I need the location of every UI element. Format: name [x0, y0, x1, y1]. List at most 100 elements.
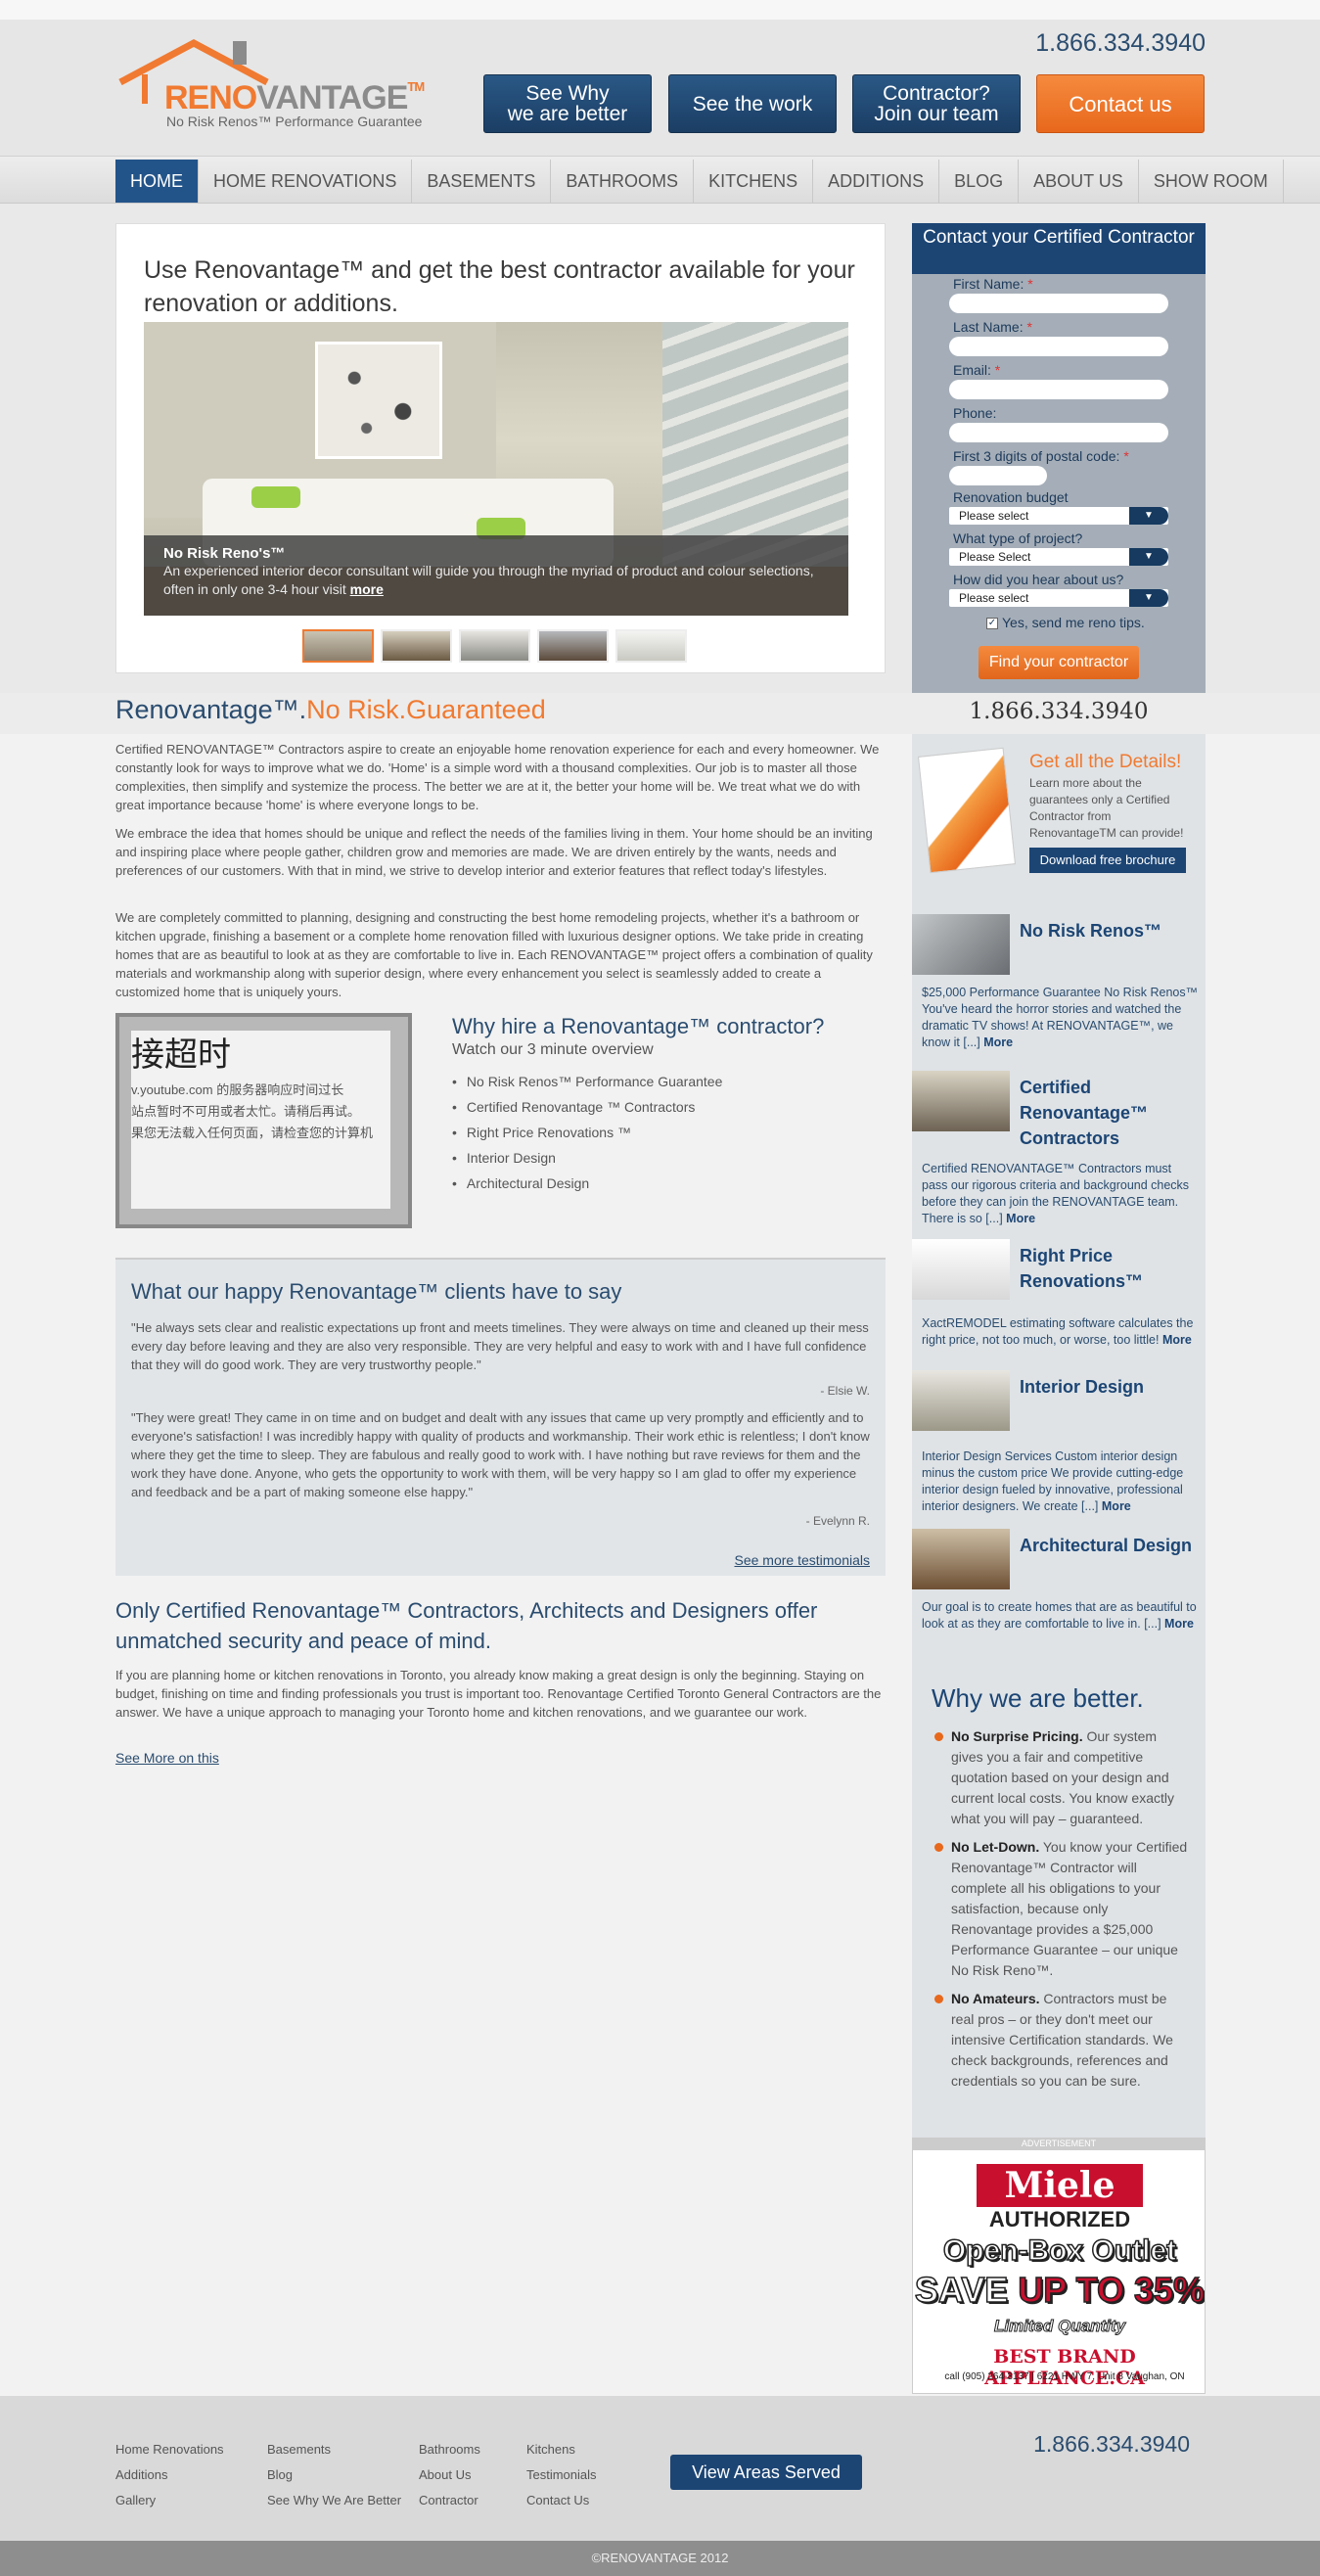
phone-field[interactable]	[949, 423, 1168, 442]
footer-link[interactable]: About Us	[419, 2462, 480, 2488]
first-name-field[interactable]	[949, 294, 1168, 313]
caption-more-link[interactable]: more	[350, 581, 384, 597]
footer-link[interactable]: Home Renovations	[115, 2437, 224, 2462]
hero-image[interactable]: No Risk Reno's™ An experienced interior …	[144, 322, 848, 616]
logo[interactable]: RENOVANTAGETM No Risk Renos™ Performance…	[115, 35, 448, 133]
video-error-title: 接超时	[131, 1036, 231, 1074]
footer-column: Home Renovations Additions Gallery	[115, 2437, 224, 2513]
hero-artwork	[315, 342, 442, 459]
contact-us-button[interactable]: Contact us	[1036, 74, 1205, 133]
budget-label: Renovation budget	[953, 489, 1069, 505]
nav-additions[interactable]: ADDITIONS	[813, 160, 940, 203]
footer-link[interactable]: See Why We Are Better	[267, 2488, 401, 2513]
nav-kitchens[interactable]: KITCHENS	[694, 160, 814, 203]
list-item: Right Price Renovations ™	[452, 1120, 722, 1145]
email-field[interactable]	[949, 380, 1168, 399]
hero-thumbnails	[302, 629, 687, 663]
feature-right-price: Right Price Renovations™ XactREMODEL est…	[912, 1239, 1206, 1368]
footer-link[interactable]: Basements	[267, 2437, 401, 2462]
brochure-image	[917, 747, 1017, 874]
footer-link[interactable]: Bathrooms	[419, 2437, 480, 2462]
footer-link[interactable]: Additions	[115, 2462, 224, 2488]
video-player[interactable]: 接超时 v.youtube.com 的服务器响应时间过长 站点暂时不可用或者太忙…	[115, 1013, 412, 1228]
advertisement-label: ADVERTISEMENT	[912, 2138, 1206, 2149]
footer-link[interactable]: Blog	[267, 2462, 401, 2488]
see-why-button[interactable]: See Why we are better	[483, 74, 652, 133]
feature-image[interactable]	[912, 1370, 1010, 1431]
brochure-promo: Get all the Details! Learn more about th…	[912, 734, 1206, 910]
project-type-select[interactable]: Please Select ▼	[949, 548, 1168, 566]
last-name-field[interactable]	[949, 337, 1168, 356]
more-link[interactable]: More	[1102, 1499, 1131, 1513]
nav-show-room[interactable]: SHOW ROOM	[1139, 160, 1284, 203]
postal-code-field[interactable]	[949, 466, 1047, 485]
testimonials-box: What our happy Renovantage™ clients have…	[115, 1258, 886, 1576]
hero-slider: Use Renovantage™ and get the best contra…	[115, 223, 886, 673]
nav-home-renovations[interactable]: HOME RENOVATIONS	[199, 160, 413, 203]
list-item: Interior Design	[452, 1145, 722, 1171]
video-error-text: 果您无法载入任何页面，请检查您的计算机	[131, 1126, 374, 1140]
advertisement-banner[interactable]: Miele AUTHORIZED Open-Box Outlet SAVE UP…	[912, 2149, 1206, 2394]
footer-link[interactable]: Contact Us	[526, 2488, 597, 2513]
main-nav: HOME HOME RENOVATIONS BASEMENTS BATHROOM…	[0, 157, 1320, 204]
view-areas-button[interactable]: View Areas Served	[670, 2455, 862, 2490]
feature-image[interactable]	[912, 914, 1010, 975]
footer-link[interactable]: Gallery	[115, 2488, 224, 2513]
feature-no-risk: No Risk Renos™ $25,000 Performance Guara…	[912, 914, 1206, 1071]
see-more-link[interactable]: See More on this	[115, 1750, 219, 1766]
list-item: No Risk Renos™ Performance Guarantee	[452, 1069, 722, 1094]
feature-title[interactable]: Right Price Renovations™	[1020, 1243, 1201, 1294]
thumbnail[interactable]	[615, 629, 687, 663]
intro-paragraph: Certified RENOVANTAGE™ Contractors aspir…	[115, 742, 880, 812]
thumbnail[interactable]	[537, 629, 609, 663]
hero-pillow	[251, 486, 300, 508]
footer-column: Basements Blog See Why We Are Better	[267, 2437, 401, 2513]
testimonial-quote: "They were great! They came in on time a…	[131, 1410, 870, 1499]
reno-tips-checkbox[interactable]: ✓ Yes, send me reno tips.	[986, 615, 1145, 630]
ad-brand: Miele	[977, 2164, 1143, 2207]
nav-basements[interactable]: BASEMENTS	[412, 160, 552, 203]
hero-caption: No Risk Reno's™ An experienced interior …	[144, 535, 848, 616]
feature-text: Interior Design Services Custom interior…	[922, 1449, 1184, 1513]
thumbnail[interactable]	[381, 629, 452, 663]
feature-image[interactable]	[912, 1239, 1010, 1300]
contractor-join-button[interactable]: Contractor? Join our team	[852, 74, 1021, 133]
feature-text: Our goal is to create homes that are as …	[922, 1600, 1197, 1631]
more-link[interactable]: More	[983, 1035, 1013, 1049]
thumbnail[interactable]	[459, 629, 530, 663]
more-link[interactable]: More	[1006, 1212, 1035, 1225]
nav-blog[interactable]: BLOG	[939, 160, 1020, 203]
more-link[interactable]: More	[1164, 1617, 1194, 1631]
nav-bathrooms[interactable]: BATHROOMS	[551, 160, 695, 203]
ad-text: call (905) 264-3137 | 6221 HWY 7, Unit 8…	[944, 2371, 1185, 2382]
header-phone[interactable]: 1.866.334.3940	[979, 29, 1206, 58]
feature-title[interactable]: Certified Renovantage™ Contractors	[1020, 1075, 1201, 1151]
sidebar-phone[interactable]: 1.866.334.3940	[912, 699, 1206, 724]
find-contractor-button[interactable]: Find your contractor	[979, 646, 1139, 679]
feature-text: $25,000 Performance Guarantee No Risk Re…	[922, 986, 1199, 1049]
more-link[interactable]: More	[1162, 1333, 1192, 1347]
contact-form: Contact your Certified Contractor First …	[912, 223, 1206, 693]
footer-phone[interactable]: 1.866.334.3940	[979, 2431, 1190, 2458]
download-brochure-button[interactable]: Download free brochure	[1029, 848, 1186, 873]
nav-home[interactable]: HOME	[115, 160, 199, 203]
footer-link[interactable]: Contractor	[419, 2488, 480, 2513]
list-item: No Amateurs. Contractors must be real pr…	[932, 1989, 1191, 2092]
budget-select[interactable]: Please select ▼	[949, 507, 1168, 525]
see-the-work-button[interactable]: See the work	[668, 74, 837, 133]
feature-title[interactable]: Interior Design	[1020, 1374, 1201, 1400]
feature-image[interactable]	[912, 1529, 1010, 1589]
feature-title[interactable]: No Risk Renos™	[1020, 918, 1201, 943]
chevron-down-icon: ▼	[1129, 589, 1168, 607]
nav-about-us[interactable]: ABOUT US	[1019, 160, 1139, 203]
feature-title[interactable]: Architectural Design	[1020, 1533, 1201, 1558]
footer-link[interactable]: Testimonials	[526, 2462, 597, 2488]
referral-label: How did you hear about us?	[953, 572, 1124, 587]
list-item: No Surprise Pricing. Our system gives yo…	[932, 1726, 1191, 1829]
footer-link[interactable]: Kitchens	[526, 2437, 597, 2462]
referral-select[interactable]: Please select ▼	[949, 589, 1168, 607]
feature-image[interactable]	[912, 1071, 1010, 1131]
intro-title: Renovantage™.No Risk.Guaranteed	[115, 695, 546, 724]
see-more-testimonials-link[interactable]: See more testimonials	[734, 1552, 870, 1568]
thumbnail[interactable]	[302, 629, 374, 663]
